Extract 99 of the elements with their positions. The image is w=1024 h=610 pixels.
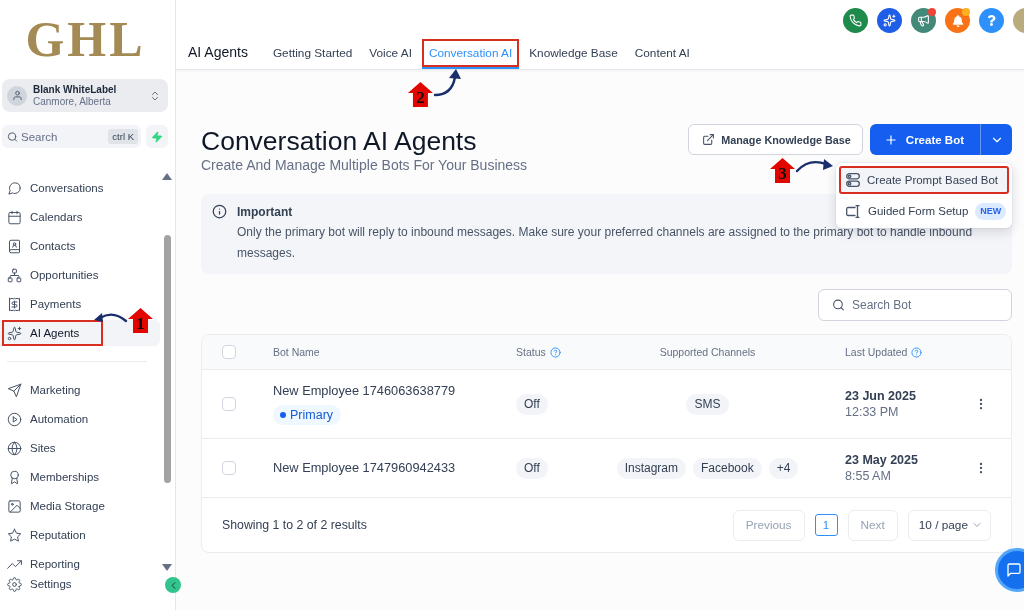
new-badge: NEW — [975, 202, 1007, 220]
column-header: Last Updated — [845, 346, 908, 358]
sidebar-nav-item[interactable]: Settings — [0, 577, 160, 591]
sidebar-nav-item[interactable]: Conversations — [0, 175, 160, 201]
column-header: Bot Name — [273, 346, 320, 358]
status-tag: Off — [516, 393, 548, 415]
pointer-arrow — [93, 311, 127, 324]
notifications-button[interactable] — [945, 8, 970, 33]
column-header: Supported Channels — [659, 346, 756, 358]
sparkles-icon — [883, 14, 896, 27]
external-link-icon — [702, 133, 716, 146]
sidebar-nav-item[interactable]: Media Storage — [0, 493, 160, 519]
info-icon — [212, 204, 227, 219]
row-checkbox[interactable] — [222, 461, 236, 475]
award-icon — [7, 469, 22, 485]
updated-date: 23 May 2025 — [845, 452, 918, 468]
tab[interactable]: Getting Started — [265, 38, 360, 69]
scrollbar-thumb[interactable] — [164, 235, 171, 483]
phone-icon — [849, 14, 862, 27]
toggles-icon — [846, 173, 860, 187]
sidebar-nav-item[interactable]: Automation — [0, 406, 160, 432]
tab[interactable]: Content AI — [627, 38, 697, 69]
manage-knowledge-base-button[interactable]: Manage Knowledge Base — [688, 124, 863, 155]
globe-icon — [7, 440, 22, 456]
chat-icon — [1006, 562, 1022, 578]
play-circle-icon — [7, 411, 22, 427]
step-number-marker: 3 — [770, 158, 795, 183]
scroll-up-icon[interactable] — [162, 173, 172, 180]
sidebar-nav-item[interactable]: Reporting — [0, 551, 160, 577]
bell-icon — [951, 14, 964, 27]
lightning-icon — [151, 130, 163, 143]
pointer-arrow — [796, 157, 834, 173]
image-icon — [7, 498, 22, 514]
sidebar-nav-item[interactable]: Contacts — [0, 233, 160, 259]
tab[interactable]: Knowledge Base — [522, 38, 625, 69]
phone-button[interactable] — [843, 8, 868, 33]
notice-text: Only the primary bot will reply to inbound messages. Make sure your preferred channels are assigned to the primary bot to handle inbound messages. — [237, 224, 974, 262]
bot-name[interactable]: New Employee 1747960942433 — [273, 460, 456, 476]
menu-item[interactable]: Create Prompt Based Bot — [839, 166, 1009, 194]
calendar-icon — [7, 209, 22, 225]
search-field[interactable]: Search Bot — [818, 289, 1012, 321]
page-title: Conversation AI Agents — [201, 126, 478, 156]
help-button[interactable] — [979, 8, 1004, 33]
pointer-arrow — [433, 69, 462, 97]
column-header: Status — [516, 346, 546, 358]
keyboard-shortcut: ctrl K — [108, 129, 138, 144]
network-icon — [7, 267, 22, 283]
page-size-select[interactable]: 10 / page — [907, 509, 991, 541]
sparkle-button[interactable] — [877, 8, 902, 33]
plus-icon — [883, 132, 898, 147]
status-tag: Off — [516, 457, 548, 479]
create-bot-button[interactable]: Create Bot — [869, 124, 980, 155]
star-icon — [7, 527, 22, 543]
logo: GHL — [24, 10, 147, 69]
user-avatar-icon — [7, 85, 27, 106]
sidebar-nav-item[interactable]: Opportunities — [0, 262, 160, 288]
tag-label: Primary — [290, 408, 334, 422]
quick-action-button[interactable] — [146, 125, 168, 148]
channel-tag: Facebook — [693, 457, 762, 479]
channel-tag: Instagram — [616, 457, 686, 479]
help-icon[interactable] — [549, 346, 561, 358]
contact-book-icon — [7, 238, 22, 254]
channel-tag: +4 — [768, 457, 799, 479]
tab[interactable]: Voice AI — [362, 38, 419, 69]
channel-tag: SMS — [686, 393, 729, 415]
sidebar-nav-item[interactable]: Marketing — [0, 377, 160, 403]
updated-time: 8:55 AM — [845, 468, 891, 484]
text-cursor-field-icon — [846, 204, 861, 218]
help-icon[interactable] — [911, 346, 923, 358]
updated-date: 23 Jun 2025 — [845, 388, 916, 404]
dot-icon — [280, 412, 286, 418]
select-all-checkbox[interactable] — [222, 345, 236, 359]
question-mark-icon — [986, 15, 997, 26]
sidebar-nav-item[interactable]: Reputation — [0, 522, 160, 548]
bot-name[interactable]: New Employee 1746063638779 — [273, 383, 456, 399]
section-title: AI Agents — [188, 43, 248, 62]
search-icon — [7, 131, 18, 142]
notice-title: Important — [237, 204, 293, 220]
step-number-marker: 2 — [407, 82, 433, 107]
results-summary: Showing 1 to 2 of 2 results — [222, 518, 367, 532]
collapse-sidebar-button[interactable] — [165, 577, 181, 593]
search-icon — [832, 298, 845, 312]
account-switcher[interactable]: Blank WhiteLabel Canmore, Alberta — [2, 79, 168, 112]
scroll-down-icon[interactable] — [162, 564, 172, 571]
dropdown-toggle-button[interactable] — [980, 124, 1012, 155]
up-down-chevron-icon — [149, 89, 161, 102]
megaphone-icon — [917, 14, 930, 27]
page-subtitle: Create And Manage Multiple Bots For Your Business — [201, 157, 528, 174]
sparkles-icon — [7, 325, 22, 341]
settings-icon — [7, 576, 22, 592]
sidebar-nav-item[interactable]: Sites — [0, 435, 160, 461]
updated-time: 12:33 PM — [845, 404, 899, 420]
sidebar-nav-item[interactable]: Memberships — [0, 464, 160, 490]
row-checkbox[interactable] — [222, 397, 236, 411]
sidebar-nav-item[interactable]: Calendars — [0, 204, 160, 230]
chat-bubble-icon — [7, 180, 22, 196]
receipt-icon — [7, 296, 22, 312]
send-icon — [7, 382, 22, 398]
megaphone-button[interactable] — [911, 8, 936, 33]
